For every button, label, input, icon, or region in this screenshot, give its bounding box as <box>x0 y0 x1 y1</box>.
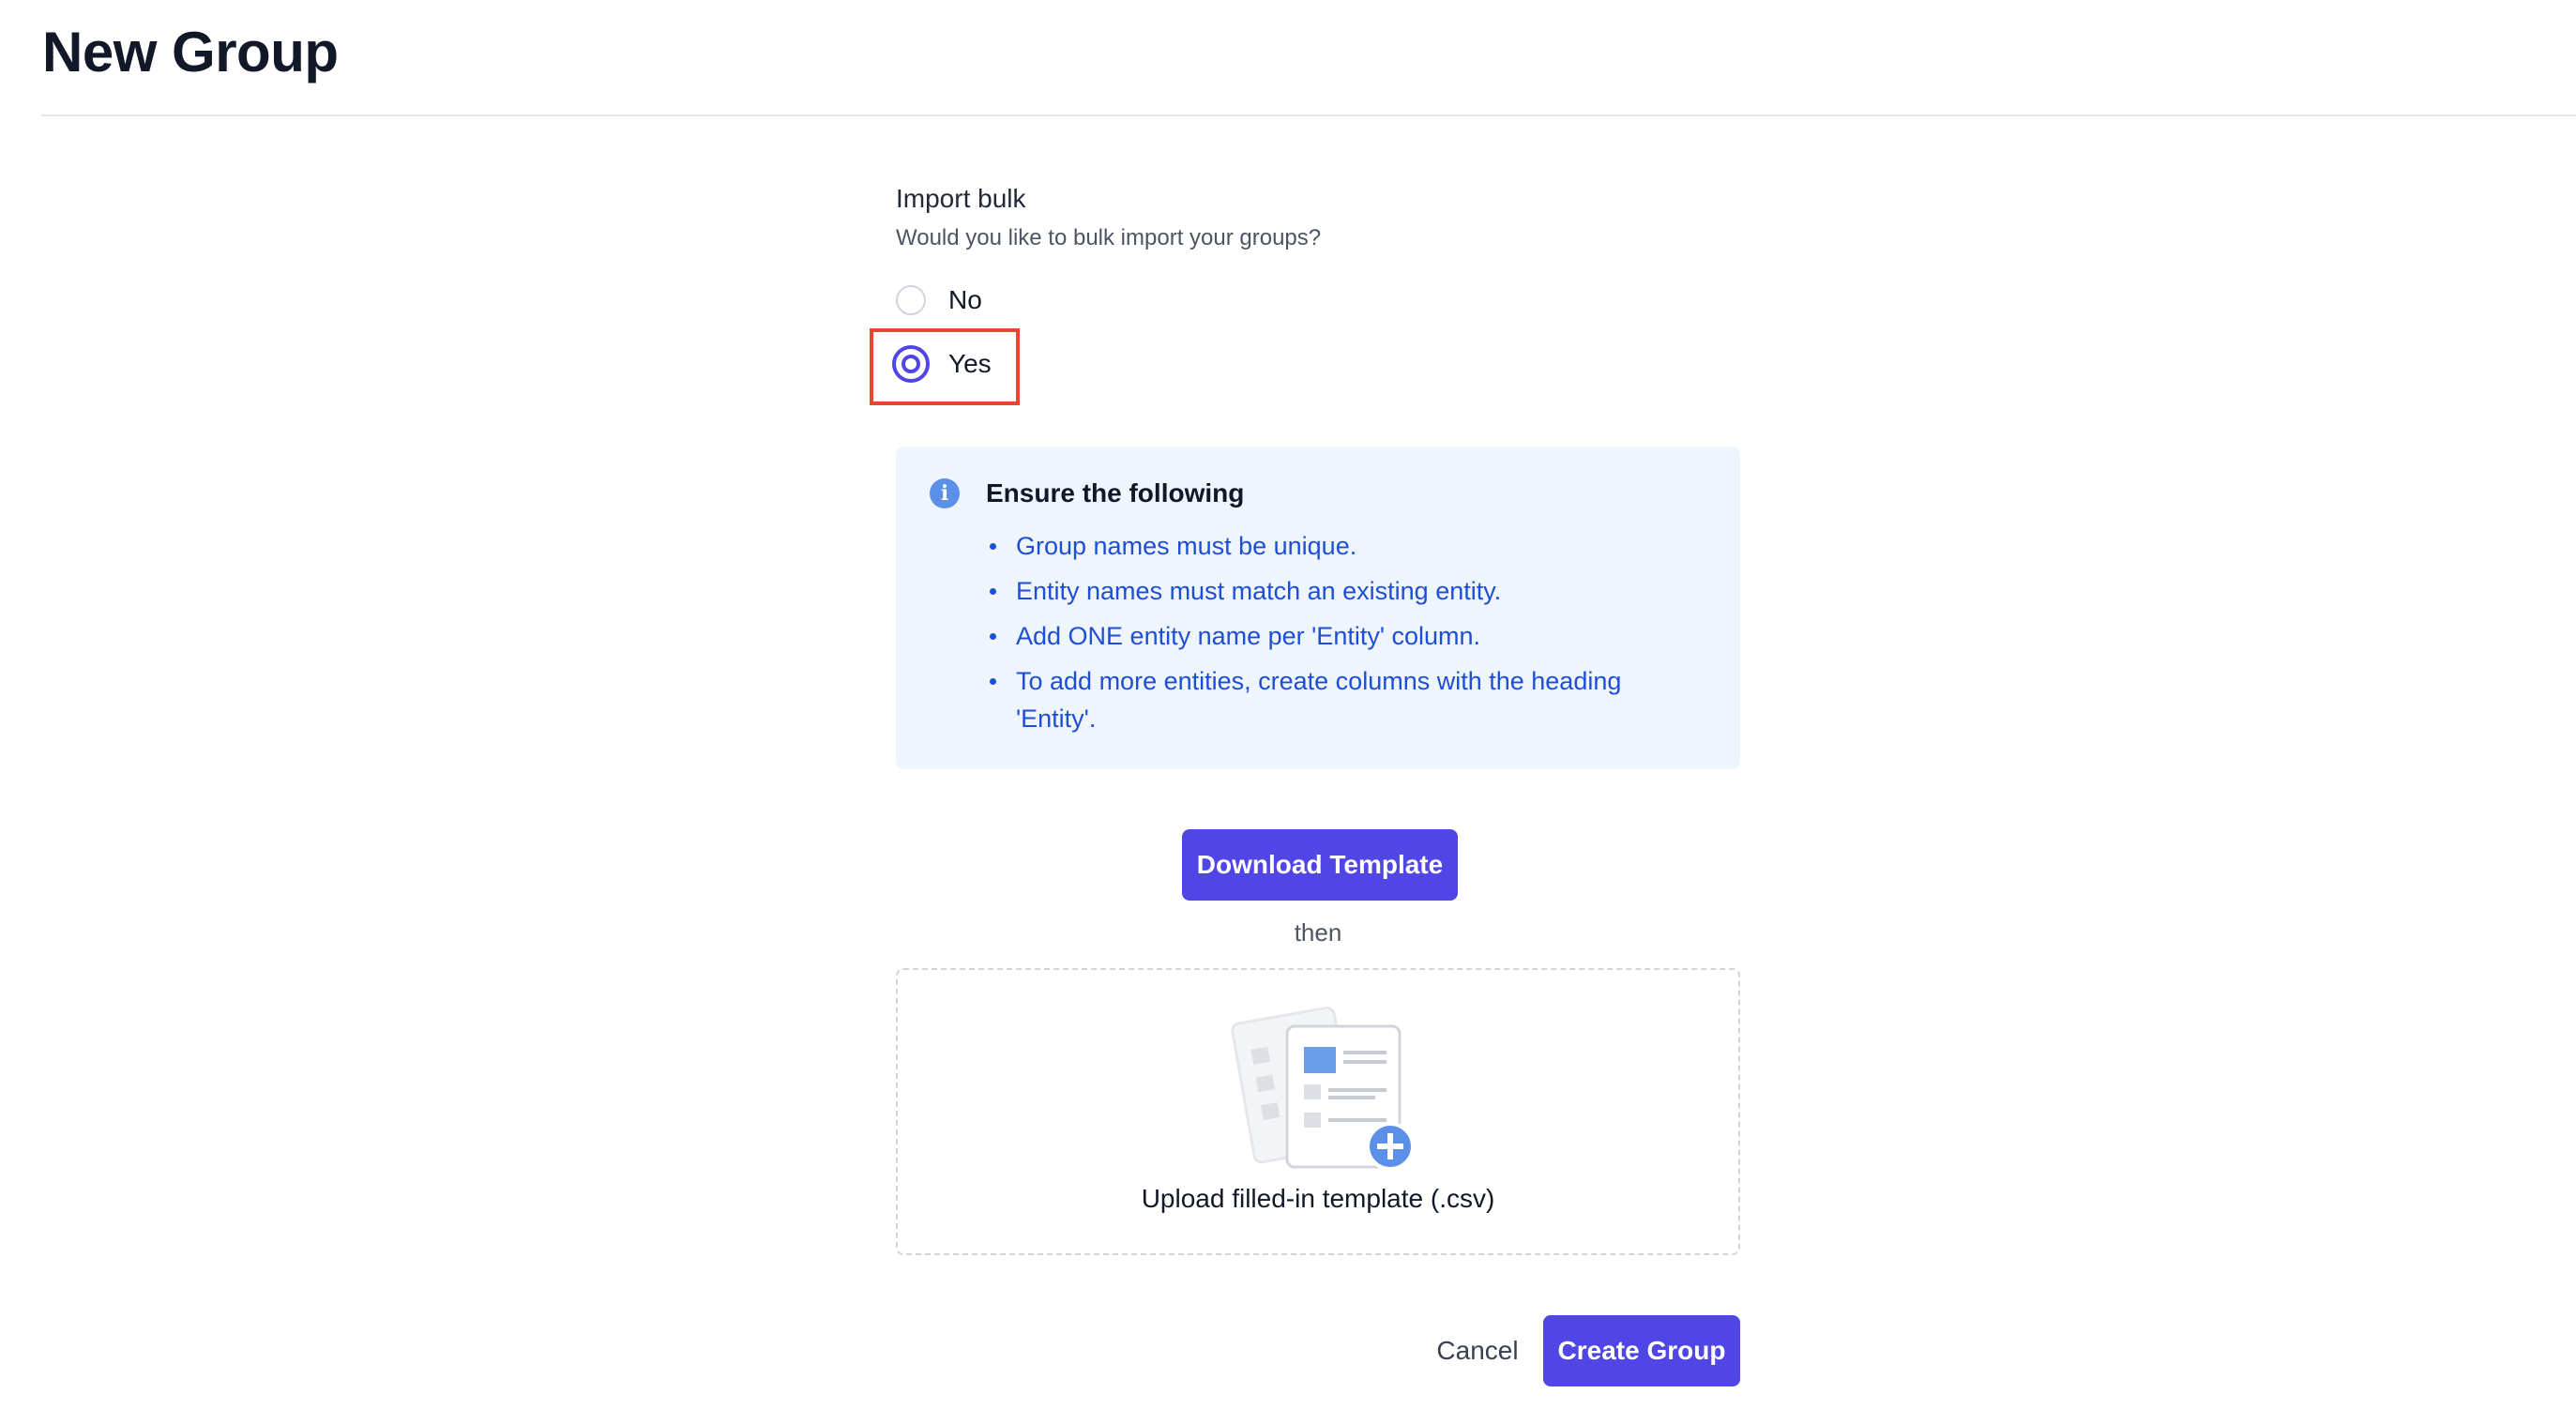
title-divider <box>41 114 2576 116</box>
page-title: New Group <box>42 21 339 83</box>
upload-document-icon <box>1231 1007 1415 1171</box>
import-bulk-help: Would you like to bulk import your group… <box>896 225 1322 250</box>
upload-text: Upload filled-in template (.csv) <box>1141 1184 1495 1213</box>
then-text: then <box>1294 918 1342 947</box>
radio-yes-label[interactable]: Yes <box>948 345 992 383</box>
info-list: Group names must be unique. Entity names… <box>986 527 1699 745</box>
create-group-button[interactable]: Create Group <box>1543 1315 1740 1386</box>
info-title: Ensure the following <box>986 478 1245 508</box>
cancel-button[interactable]: Cancel <box>1402 1315 1553 1386</box>
radio-yes[interactable] <box>892 345 930 383</box>
info-list-item: Add ONE entity name per 'Entity' column. <box>986 617 1699 655</box>
info-list-item: To add more entities, create columns wit… <box>986 662 1699 737</box>
info-icon: i <box>930 478 960 508</box>
radio-no[interactable] <box>896 285 926 315</box>
radio-no-label[interactable]: No <box>948 281 982 319</box>
download-template-button[interactable]: Download Template <box>1182 829 1458 901</box>
radio-option-no[interactable]: No <box>896 281 982 319</box>
radio-option-yes[interactable]: Yes <box>892 345 992 383</box>
import-bulk-label: Import bulk <box>896 184 1026 213</box>
info-list-item: Group names must be unique. <box>986 527 1699 565</box>
new-group-page: New Group Import bulk Would you like to … <box>0 0 2576 1409</box>
upload-dropzone[interactable]: Upload filled-in template (.csv) <box>896 968 1740 1255</box>
info-list-item: Entity names must match an existing enti… <box>986 572 1699 610</box>
info-box: i Ensure the following Group names must … <box>896 447 1740 769</box>
